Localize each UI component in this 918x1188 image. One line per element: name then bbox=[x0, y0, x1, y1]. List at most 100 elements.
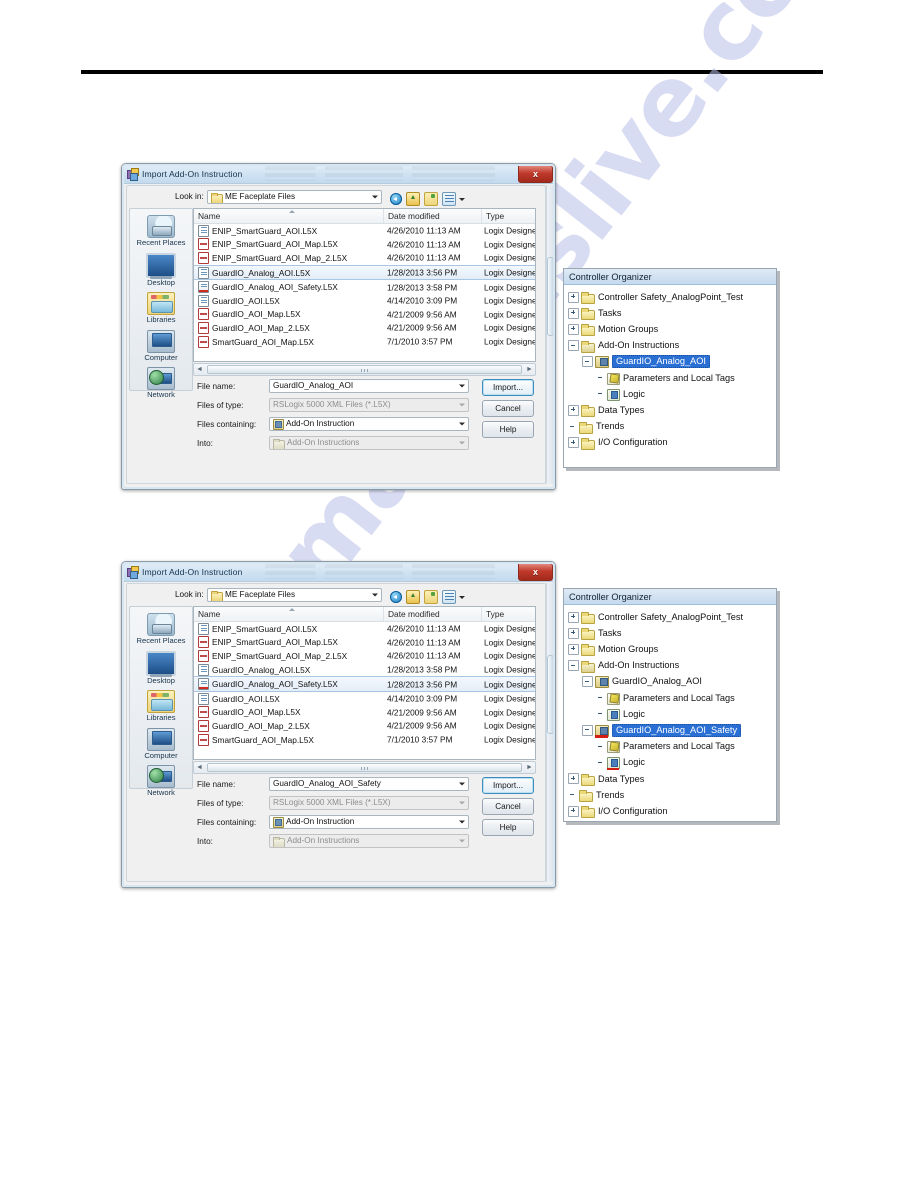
tree-node-guardio-analog-aoi[interactable]: GuardIO_Analog_AOI bbox=[568, 674, 773, 690]
chevron-down-icon[interactable] bbox=[459, 384, 465, 388]
back-icon[interactable] bbox=[390, 591, 402, 603]
column-header-date-modified[interactable]: Date modified bbox=[384, 607, 482, 621]
tree-node-parameters-and-local-tags[interactable]: Parameters and Local Tags bbox=[568, 370, 773, 386]
place-network[interactable]: Network bbox=[130, 367, 192, 399]
back-icon[interactable] bbox=[390, 193, 402, 205]
scrollbar-thumb[interactable] bbox=[207, 365, 522, 374]
tree-node-guardio-analog-aoi[interactable]: GuardIO_Analog_AOI bbox=[568, 354, 773, 370]
file-row[interactable]: GuardIO_Analog_AOI_Safety.L5X 1/28/2013 … bbox=[194, 280, 535, 294]
expand-icon[interactable] bbox=[568, 307, 579, 319]
scroll-left-icon[interactable]: ◄ bbox=[194, 366, 205, 373]
file-row[interactable]: GuardIO_Analog_AOI.L5X 1/28/2013 3:58 PM… bbox=[194, 663, 535, 677]
expand-icon[interactable] bbox=[568, 323, 579, 335]
place-libraries[interactable]: Libraries bbox=[130, 292, 192, 324]
file-row[interactable]: ENIP_SmartGuard_AOI_Map_2.L5X 4/26/2010 … bbox=[194, 251, 535, 265]
into-combobox[interactable]: Add-On Instructions bbox=[269, 834, 469, 848]
place-computer[interactable]: Computer bbox=[130, 329, 192, 362]
new-folder-icon[interactable] bbox=[424, 192, 438, 206]
tree-node-io-configuration[interactable]: I/O Configuration bbox=[568, 435, 773, 451]
collapse-icon[interactable] bbox=[582, 356, 593, 368]
chevron-down-icon[interactable] bbox=[459, 782, 465, 786]
file-row-selected[interactable]: GuardIO_Analog_AOI_Safety.L5X 1/28/2013 … bbox=[194, 676, 535, 692]
expand-icon[interactable] bbox=[568, 291, 579, 303]
file-row[interactable]: GuardIO_AOI.L5X 4/14/2010 3:09 PM Logix … bbox=[194, 294, 535, 308]
file-row[interactable]: GuardIO_AOI_Map_2.L5X 4/21/2009 9:56 AM … bbox=[194, 719, 535, 733]
file-row[interactable]: SmartGuard_AOI_Map.L5X 7/1/2010 3:57 PM … bbox=[194, 335, 535, 349]
file-row[interactable]: GuardIO_AOI.L5X 4/14/2010 3:09 PM Logix … bbox=[194, 692, 535, 706]
chevron-down-icon[interactable] bbox=[372, 195, 378, 199]
scrollbar-thumb[interactable] bbox=[207, 763, 522, 772]
filename-input[interactable]: GuardIO_Analog_AOI_Safety bbox=[269, 777, 469, 791]
up-one-level-icon[interactable] bbox=[406, 590, 420, 604]
chevron-down-icon[interactable] bbox=[459, 422, 465, 426]
column-header-name[interactable]: Name bbox=[194, 209, 384, 223]
help-button[interactable]: Help bbox=[482, 421, 534, 438]
import-add-on-instruction-dialog[interactable]: Import Add-On Instruction x Look in: ME … bbox=[121, 561, 556, 888]
tree-node-data-types[interactable]: Data Types bbox=[568, 771, 773, 787]
tree-node-controller[interactable]: Controller Safety_AnalogPoint_Test bbox=[568, 609, 773, 625]
file-row[interactable]: GuardIO_AOI_Map.L5X 4/21/2009 9:56 AM Lo… bbox=[194, 706, 535, 720]
tree-node-parameters-and-local-tags[interactable]: Parameters and Local Tags bbox=[568, 739, 773, 755]
place-libraries[interactable]: Libraries bbox=[130, 690, 192, 722]
collapse-icon[interactable] bbox=[582, 676, 593, 688]
collapse-icon[interactable] bbox=[582, 724, 593, 736]
filetype-combobox[interactable]: RSLogix 5000 XML Files (*.L5X) bbox=[269, 398, 469, 412]
files-containing-combobox[interactable]: Add-On Instruction bbox=[269, 417, 469, 431]
column-header-type[interactable]: Type bbox=[482, 209, 535, 223]
expand-icon[interactable] bbox=[568, 611, 579, 623]
place-recent-places[interactable]: Recent Places bbox=[130, 613, 192, 645]
expand-icon[interactable] bbox=[568, 643, 579, 655]
tree-node-guardio-analog-aoi-safety[interactable]: GuardIO_Analog_AOI_Safety bbox=[568, 722, 773, 738]
views-chevron-down-icon[interactable] bbox=[459, 595, 465, 599]
file-row[interactable]: ENIP_SmartGuard_AOI_Map.L5X 4/26/2010 11… bbox=[194, 636, 535, 650]
filename-input[interactable]: GuardIO_Analog_AOI bbox=[269, 379, 469, 393]
file-list[interactable]: Name Date modified Type ENIP_SmartGuard_… bbox=[193, 606, 536, 760]
tree-node-add-on-instructions[interactable]: Add-On Instructions bbox=[568, 658, 773, 674]
cancel-button[interactable]: Cancel bbox=[482, 400, 534, 417]
dialog-vertical-scrollbar[interactable] bbox=[546, 185, 554, 484]
filetype-combobox[interactable]: RSLogix 5000 XML Files (*.L5X) bbox=[269, 796, 469, 810]
scroll-right-icon[interactable]: ► bbox=[524, 764, 535, 771]
file-row[interactable]: ENIP_SmartGuard_AOI.L5X 4/26/2010 11:13 … bbox=[194, 622, 535, 636]
file-row[interactable]: GuardIO_AOI_Map_2.L5X 4/21/2009 9:56 AM … bbox=[194, 321, 535, 335]
tree-node-parameters-and-local-tags[interactable]: Parameters and Local Tags bbox=[568, 690, 773, 706]
scrollbar-thumb[interactable] bbox=[547, 654, 554, 735]
place-desktop[interactable]: Desktop bbox=[130, 252, 192, 287]
chevron-down-icon[interactable] bbox=[372, 593, 378, 597]
column-header-name[interactable]: Name bbox=[194, 607, 384, 621]
close-icon[interactable]: x bbox=[518, 563, 553, 581]
tree-node-data-types[interactable]: Data Types bbox=[568, 402, 773, 418]
place-desktop[interactable]: Desktop bbox=[130, 650, 192, 685]
place-computer[interactable]: Computer bbox=[130, 727, 192, 760]
tree-node-motion-groups[interactable]: Motion Groups bbox=[568, 641, 773, 657]
collapse-icon[interactable] bbox=[568, 660, 579, 672]
views-icon[interactable] bbox=[442, 590, 456, 604]
tree-node-logic[interactable]: Logic bbox=[568, 755, 773, 771]
tree-node-logic[interactable]: Logic bbox=[568, 706, 773, 722]
views-icon[interactable] bbox=[442, 192, 456, 206]
chevron-down-icon[interactable] bbox=[459, 820, 465, 824]
tree-node-tasks[interactable]: Tasks bbox=[568, 625, 773, 641]
scroll-right-icon[interactable]: ► bbox=[524, 366, 535, 373]
cancel-button[interactable]: Cancel bbox=[482, 798, 534, 815]
files-containing-combobox[interactable]: Add-On Instruction bbox=[269, 815, 469, 829]
tree-node-tasks[interactable]: Tasks bbox=[568, 305, 773, 321]
lookin-combobox[interactable]: ME Faceplate Files bbox=[207, 588, 382, 602]
file-row[interactable]: ENIP_SmartGuard_AOI_Map_2.L5X 4/26/2010 … bbox=[194, 649, 535, 663]
scroll-left-icon[interactable]: ◄ bbox=[194, 764, 205, 771]
tree-node-motion-groups[interactable]: Motion Groups bbox=[568, 321, 773, 337]
file-list-horizontal-scrollbar[interactable]: ◄ ► bbox=[193, 363, 536, 376]
views-chevron-down-icon[interactable] bbox=[459, 197, 465, 201]
up-one-level-icon[interactable] bbox=[406, 192, 420, 206]
expand-icon[interactable] bbox=[568, 773, 579, 785]
tree-node-add-on-instructions[interactable]: Add-On Instructions bbox=[568, 338, 773, 354]
expand-icon[interactable] bbox=[568, 404, 579, 416]
expand-icon[interactable] bbox=[568, 437, 579, 449]
file-row[interactable]: GuardIO_AOI_Map.L5X 4/21/2009 9:56 AM Lo… bbox=[194, 308, 535, 322]
column-header-date-modified[interactable]: Date modified bbox=[384, 209, 482, 223]
import-button[interactable]: Import... bbox=[482, 379, 534, 396]
expand-icon[interactable] bbox=[568, 627, 579, 639]
tree-node-io-configuration[interactable]: I/O Configuration bbox=[568, 803, 773, 819]
expand-icon[interactable] bbox=[568, 805, 579, 817]
file-row-selected[interactable]: GuardIO_Analog_AOI.L5X 1/28/2013 3:56 PM… bbox=[194, 264, 535, 281]
